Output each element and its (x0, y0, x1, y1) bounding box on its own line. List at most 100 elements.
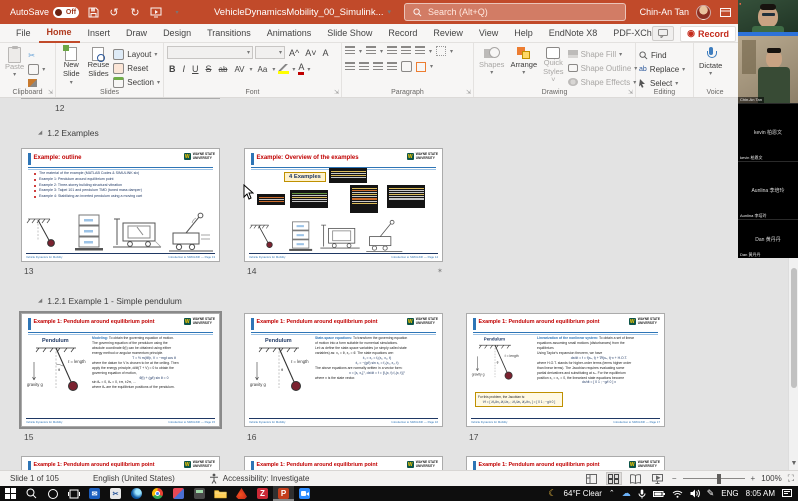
tab-animations[interactable]: Animations (259, 24, 320, 43)
taskbar-search-button[interactable] (21, 486, 42, 501)
section-button[interactable]: Section▾ (113, 76, 160, 88)
reuse-slides-button[interactable]: Reuse Slides (86, 46, 112, 79)
tray-microphone-icon[interactable] (638, 489, 646, 499)
bold-button[interactable]: B (167, 64, 178, 74)
section-collapse-icon[interactable]: ◢ (38, 130, 42, 136)
calculator-button[interactable] (189, 486, 210, 501)
task-view-button[interactable] (63, 486, 84, 501)
video-conference-panel[interactable]: ● Chin-An Tan kevin 柏恩文 kevin 柏恩文 Aunlin… (738, 0, 798, 258)
mail-app-button[interactable]: ✉ (84, 486, 105, 501)
scrollbar-thumb[interactable] (791, 268, 797, 388)
align-center-icon[interactable] (359, 62, 369, 72)
slide-sorter-view-button[interactable] (606, 472, 622, 485)
replace-button[interactable]: abReplace▾ (639, 63, 685, 75)
redo-icon[interactable]: ↻ (128, 5, 142, 19)
bullets-icon[interactable] (345, 46, 355, 56)
tab-draw[interactable]: Draw (118, 24, 155, 43)
shape-outline-button[interactable]: Shape Outline▾ (568, 62, 638, 74)
section-collapse-icon[interactable]: ◢ (38, 298, 42, 304)
zoom-slider-knob[interactable] (717, 474, 721, 484)
wifi-icon[interactable] (672, 490, 683, 498)
grow-font-button[interactable]: A^ (287, 48, 301, 58)
autosave-toggle[interactable]: AutoSave Off (10, 7, 79, 18)
reset-button[interactable]: Reset (113, 62, 160, 74)
powerpoint-taskbar-button[interactable]: P (273, 486, 294, 501)
slide-thumbnail-18-partial[interactable]: Example 1: Pendulum around equilibrium p… (21, 456, 220, 470)
tab-home[interactable]: Home (39, 24, 80, 43)
numbering-icon[interactable] (366, 46, 376, 56)
find-button[interactable]: Find (639, 49, 685, 61)
battery-icon[interactable] (653, 490, 665, 498)
user-name[interactable]: Chin-An Tan (640, 7, 689, 17)
section-header-example1[interactable]: ◢ 1.2.1 Example 1 - Simple pendulum (38, 296, 182, 306)
edge-button[interactable] (126, 486, 147, 501)
shrink-font-button[interactable]: A˅ (303, 48, 318, 58)
tab-transitions[interactable]: Transitions (199, 24, 259, 43)
increase-indent-icon[interactable] (401, 46, 411, 56)
font-dialog-launcher[interactable]: ⇲ (334, 89, 339, 96)
file-explorer-button[interactable] (210, 486, 231, 501)
matlab-button[interactable] (231, 486, 252, 501)
slide-thumbnail-13[interactable]: Example: outline WWAYNE STATEUNIVERSITY … (21, 148, 220, 262)
shape-effects-button[interactable]: Shape Effects▾ (568, 76, 638, 88)
tab-insert[interactable]: Insert (80, 24, 119, 43)
font-color-button[interactable]: A (298, 63, 304, 75)
participant-video-tile[interactable]: Chin-An Tan (738, 36, 798, 103)
clock[interactable]: 8:05 AM (746, 489, 775, 498)
tab-help[interactable]: Help (506, 24, 541, 43)
quick-styles-button[interactable]: Quick Styles ˅ (541, 46, 565, 86)
shapes-button[interactable]: Shapes▾ (477, 46, 506, 78)
language-switcher[interactable]: ENG (721, 489, 738, 498)
start-slideshow-icon[interactable] (149, 5, 163, 19)
record-button[interactable]: ◉Record (680, 26, 736, 42)
participant-video-tile[interactable]: ● (738, 0, 798, 36)
slide-thumbnail-19-partial[interactable]: Example 1: Pendulum around equilibrium p… (244, 456, 443, 470)
start-button[interactable] (0, 486, 21, 501)
zoom-slider[interactable] (683, 478, 745, 480)
line-spacing-icon[interactable] (415, 46, 425, 56)
participant-camera-off-tile[interactable]: Aunlina 李培玲 Aunlina 李培玲 (738, 161, 798, 219)
quick-access-caret-icon[interactable]: ▾ (170, 5, 184, 19)
align-left-icon[interactable] (345, 62, 355, 72)
windows-ink-icon[interactable]: ✎ (707, 489, 715, 498)
shape-fill-button[interactable]: Shape Fill▾ (568, 48, 638, 60)
paragraph-dialog-launcher[interactable]: ⇲ (466, 89, 471, 96)
photos-app-button[interactable] (168, 486, 189, 501)
action-center-icon[interactable] (782, 489, 792, 498)
volume-icon[interactable] (690, 489, 700, 498)
select-button[interactable]: Select▾ (639, 77, 685, 89)
copy-button[interactable]: ▾ (28, 63, 45, 75)
onedrive-icon[interactable]: ☁ (622, 489, 631, 498)
snipping-tool-button[interactable]: ✂ (105, 486, 126, 501)
tab-review[interactable]: Review (425, 24, 471, 43)
tab-design[interactable]: Design (155, 24, 199, 43)
clear-formatting-button[interactable]: A␲ (321, 48, 331, 58)
strikethrough-button[interactable]: S (204, 64, 214, 74)
slide-thumbnail-15[interactable]: Example 1: Pendulum around equilibrium p… (21, 313, 220, 427)
language-indicator[interactable]: English (United States) (83, 474, 185, 483)
paste-button[interactable]: Paste▾ (3, 46, 26, 80)
fit-slide-to-window-icon[interactable]: ⛶ (788, 473, 794, 484)
cut-button[interactable]: ✂ (28, 49, 45, 61)
chrome-button[interactable] (147, 486, 168, 501)
arrange-button[interactable]: Arrange▾ (508, 46, 539, 78)
avatar[interactable] (696, 5, 711, 20)
font-size-select[interactable]: ▾ (255, 46, 285, 59)
document-title[interactable]: VehicleDynamicsMobility_00_Simulink...▾ (214, 0, 391, 24)
smartart-convert-icon[interactable] (416, 62, 426, 72)
character-spacing-button[interactable]: AV (232, 65, 246, 74)
tab-endnote[interactable]: EndNote X8 (541, 24, 606, 43)
clipboard-dialog-launcher[interactable]: ⇲ (48, 89, 53, 96)
slide-thumbnail-14[interactable]: Example: Overview of the examples WWAYNE… (244, 148, 443, 262)
highlight-color-button[interactable] (278, 64, 289, 74)
undo-icon[interactable]: ↺ (107, 5, 121, 19)
columns-icon[interactable] (401, 61, 412, 72)
slide-sorter-pane[interactable]: 12 ◢ 1.2 Examples Example: outline WWAYN… (0, 98, 798, 470)
tab-view[interactable]: View (471, 24, 506, 43)
dictate-button[interactable]: Dictate▾ (697, 46, 724, 79)
zoom-in-button[interactable]: + (751, 474, 756, 483)
font-name-select[interactable]: ▾ (167, 46, 253, 59)
drawing-dialog-launcher[interactable]: ⇲ (628, 89, 633, 96)
new-slide-button[interactable]: New Slide ▾ (59, 46, 84, 88)
tray-chevron-up-icon[interactable]: ⌃ (609, 490, 615, 497)
